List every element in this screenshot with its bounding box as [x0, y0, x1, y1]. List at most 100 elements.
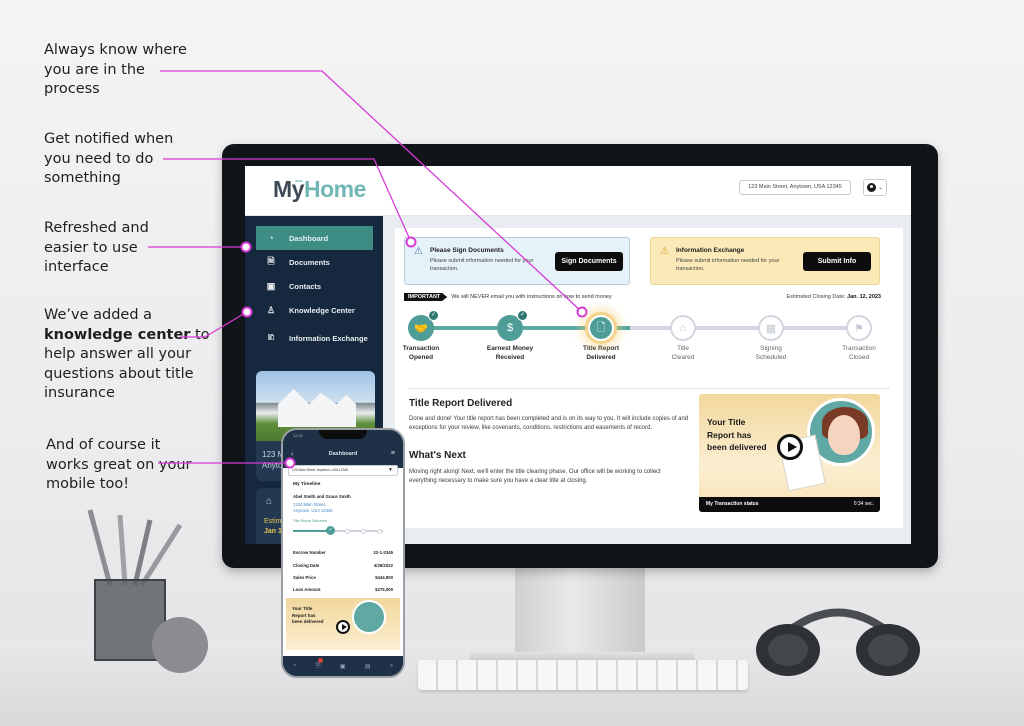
step-label: Signing — [760, 345, 782, 352]
mobile-row-loan-amount: Loan Amount $275,000 — [293, 587, 393, 592]
mobile-phone: 12:41 ‹ Dashboard ≡ 123 Main Street, Any… — [281, 428, 405, 678]
dashboard-content: ⚠ Please Sign Documents Please submit in… — [395, 228, 903, 528]
step-label: Cleared — [671, 353, 695, 361]
detail-title: Title Report Delivered — [409, 398, 513, 409]
agent-illustration — [352, 600, 386, 634]
sidebar-item-dashboard[interactable]: ◔ Dashboard — [256, 226, 373, 250]
mobile-address[interactable]: 1234 Main Street, Anytown, USA 12345 — [293, 502, 333, 514]
sidebar-item-label: Dashboard — [289, 233, 329, 243]
alert-message: Please submit information needed for you… — [676, 258, 780, 272]
important-badge: IMPORTANT — [404, 293, 448, 301]
app-header: WFG'S MyHome 123 Main Street, Anytown, U… — [245, 166, 911, 216]
sign-documents-button[interactable]: Sign Documents — [555, 252, 623, 271]
callout-progress: Always know where you are in the process — [44, 42, 187, 97]
monitor-stand — [515, 565, 645, 660]
sidebar-item-contacts[interactable]: ▣ Contacts — [256, 274, 373, 298]
step-label: Transaction — [402, 345, 440, 352]
money-bag-icon: $ — [506, 322, 514, 334]
mobile-property-selector[interactable]: 123 Main Street, Anytown, USA 12345 ▼ — [288, 465, 398, 476]
mobile-row-sales-price: Sales Price $444,900 — [293, 575, 393, 580]
user-circle-icon — [866, 183, 876, 192]
user-menu-button[interactable]: ⌄ — [863, 179, 887, 196]
callout-knowledge-center: We’ve added a knowledge center to help a… — [44, 306, 214, 404]
dropdown-triangle-icon: ▼ — [388, 467, 393, 473]
row-value: 22-1-2345 — [373, 550, 393, 555]
myhome-logo[interactable]: WFG'S MyHome — [273, 176, 366, 203]
video-caption: My Transaction status — [706, 501, 759, 507]
checkered-flag-icon: ⚑ — [854, 322, 864, 335]
timeline-step-title-cleared[interactable]: ⌂ Title Cleared — [648, 308, 718, 362]
step-label: Earnest Money — [486, 345, 534, 352]
timeline-step-signing-scheduled[interactable]: ▦ Signing Scheduled — [736, 308, 806, 362]
document-icon: 🗎 — [267, 256, 275, 266]
sidebar-item-documents[interactable]: 🗎 Documents — [256, 250, 373, 274]
callout-knowledge-prefix: We’ve added a — [44, 307, 153, 323]
mobile-row-escrow: Escrow Number 22-1-2345 — [293, 550, 393, 555]
step-label: Opened — [408, 353, 434, 361]
logo-small-text: WFG'S — [295, 179, 303, 183]
pencil-cup-illustration — [87, 509, 208, 673]
important-notice: IMPORTANT We will NEVER email you with i… — [404, 292, 612, 302]
estimated-closing-date: Estimated Closing Date: Jan. 12, 2023 — [787, 294, 881, 300]
hamburger-menu-icon[interactable]: ≡ — [391, 450, 395, 457]
callout-knowledge-bold: knowledge center — [44, 326, 191, 343]
handshake-icon: 🤝 — [414, 322, 428, 335]
sidebar-item-label: Information Exchange — [289, 333, 368, 343]
calendar-pen-icon: ▦ — [765, 322, 777, 335]
mobile-section-title: My Timeline — [293, 482, 321, 487]
sidebar-item-information-exchange[interactable]: 🗈 Information Exchange — [256, 326, 373, 350]
status-video[interactable]: Your Title Report has been delivered My … — [699, 394, 880, 512]
mobile-property-text: 123 Main Street, Anytown, USA 12345 — [292, 468, 349, 472]
row-label: Closing Date — [293, 563, 320, 568]
mobile-status-video[interactable]: Your Title Report has been delivered — [286, 598, 400, 650]
mobile-row-closing-date: Closing Date 4/28/2022 — [293, 563, 393, 568]
mobile-tabbar: ◔ 🗎 ▣ ▤ ⌕ — [283, 656, 403, 676]
information-exchange-alert: ⚠ Information Exchange Please submit inf… — [650, 237, 880, 285]
step-label: Title Report — [583, 345, 619, 352]
chevron-down-icon: ⌄ — [877, 185, 884, 191]
timeline-step-transaction-closed[interactable]: ⚑ Transaction Closed — [824, 308, 894, 362]
alert-message: Please submit information needed for you… — [430, 258, 534, 272]
row-value: 4/28/2022 — [373, 563, 393, 568]
submit-info-button[interactable]: Submit Info — [803, 252, 871, 271]
section-divider — [409, 388, 889, 389]
mobile-owners: Abel Smith and Grace Smith — [293, 494, 351, 499]
sign-documents-alert: ⚠ Please Sign Documents Please submit in… — [404, 237, 630, 285]
step-label: Closed — [848, 353, 870, 361]
step-label: Delivered — [586, 353, 616, 361]
check-icon: ✓ — [428, 310, 439, 321]
house-clock-icon: ⌂ — [266, 496, 273, 507]
play-icon[interactable] — [777, 434, 803, 460]
check-icon: ✓ — [326, 526, 335, 535]
step-label: Received — [495, 353, 525, 361]
search-tab-icon[interactable]: ⌕ — [390, 663, 393, 670]
mobile-stage: Title Report Delivered — [293, 519, 327, 523]
row-label: Escrow Number — [293, 550, 326, 555]
timeline-step-earnest-money[interactable]: $ ✓ Earnest Money Received — [475, 308, 545, 362]
keyboard-illustration — [418, 660, 748, 690]
info-doc-icon: 🗈 — [267, 332, 275, 342]
sidebar-item-knowledge-center[interactable]: ♙ Knowledge Center — [256, 298, 373, 322]
video-duration: 0:34 sec. — [853, 501, 874, 507]
knowledge-tab-icon[interactable]: ▤ — [365, 663, 371, 670]
title-report-icon: 🗋 — [596, 321, 606, 334]
house-check-icon: ⌂ — [679, 322, 687, 334]
documents-tab-icon[interactable]: 🗎 — [316, 658, 324, 671]
mobile-address-line2: Anytown, USA 12345 — [293, 507, 333, 513]
whats-next-body: Moving right along! Next, we'll enter th… — [409, 469, 661, 484]
transaction-timeline: 🤝 ✓ Transaction Opened $ ✓ Earnest Money Rec… — [395, 308, 903, 388]
timeline-step-transaction-opened[interactable]: 🤝 ✓ Transaction Opened — [386, 308, 456, 362]
contacts-tab-icon[interactable]: ▣ — [340, 663, 346, 670]
dashboard-tab-icon[interactable]: ◔ — [293, 663, 297, 669]
property-selector[interactable]: 123 Main Street, Anytown, USA 12345 — [739, 180, 851, 195]
check-icon: ✓ — [517, 310, 528, 321]
sidebar-item-label: Knowledge Center — [289, 305, 355, 315]
alert-title: Information Exchange — [676, 247, 745, 254]
whats-next-title: What's Next — [409, 450, 466, 461]
step-label: Transaction — [842, 345, 876, 352]
timeline-step-title-report[interactable]: 🗋 Title Report Delivered — [566, 308, 636, 362]
callout-mobile: And of course it works great on your mob… — [46, 437, 192, 492]
logo-home: Home — [303, 176, 366, 202]
pie-chart-icon: ◔ — [268, 233, 274, 243]
play-icon[interactable] — [336, 620, 350, 634]
